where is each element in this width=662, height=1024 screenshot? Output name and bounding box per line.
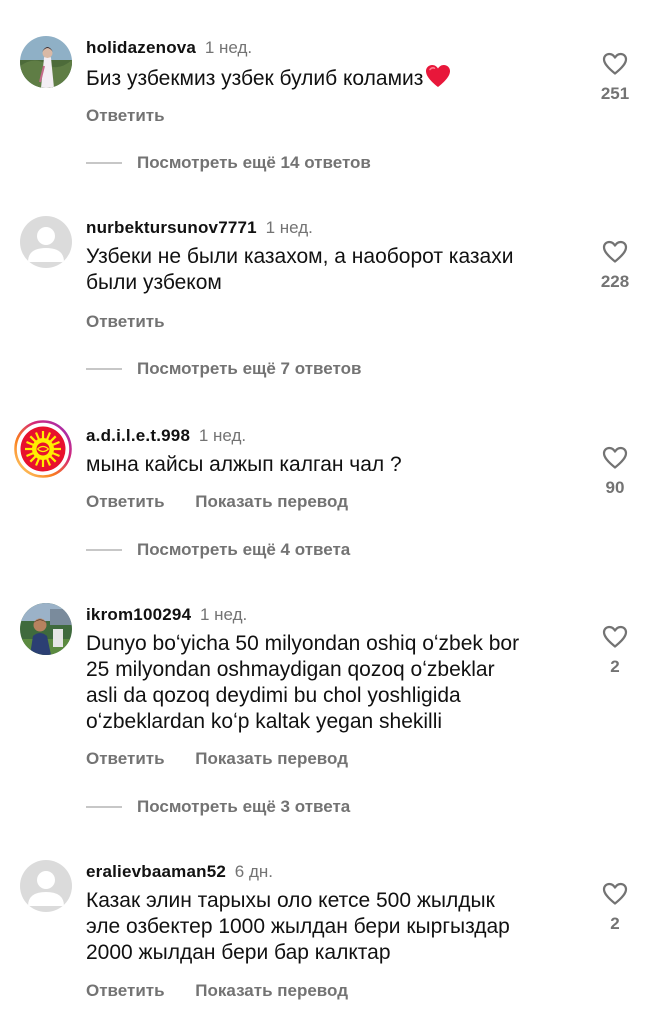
view-more-replies-button[interactable]: Посмотреть ещё 14 ответов xyxy=(86,153,371,173)
comment-actions: Ответить Показать перевод xyxy=(86,749,348,769)
reply-button[interactable]: Ответить xyxy=(86,749,165,768)
comment-line: эле озбектер 1000 жылдан бери кыргыздар xyxy=(86,915,510,938)
like-count: 228 xyxy=(600,272,630,291)
divider-line xyxy=(86,162,122,164)
view-more-replies-button[interactable]: Посмотреть ещё 7 ответов xyxy=(86,359,361,379)
comment-meta: holidazenova 1 нед. xyxy=(86,38,252,58)
username[interactable]: a.d.i.l.e.t.998 xyxy=(86,426,190,445)
like-count: 90 xyxy=(605,478,625,497)
comment-actions: Ответить xyxy=(86,106,165,126)
show-translation-button[interactable]: Показать перевод xyxy=(195,981,348,1000)
comment-actions: Ответить Показать перевод xyxy=(86,492,348,512)
comment-line: Узбеки не были казахом, а наоборот казах… xyxy=(86,245,514,268)
comment-actions: Ответить xyxy=(86,312,165,332)
view-more-replies-label: Посмотреть ещё 4 ответа xyxy=(137,540,351,559)
timestamp: 6 дн. xyxy=(234,862,273,881)
divider-line xyxy=(86,368,122,370)
avatar[interactable] xyxy=(20,216,72,268)
comment-line: oʻzbeklardan koʻp kaltak yegan shekilli xyxy=(86,710,443,733)
show-translation-button[interactable]: Показать перевод xyxy=(195,749,348,768)
comment-text: Биз узбекмиз узбек булиб коламиз xyxy=(86,64,576,92)
like-count: 2 xyxy=(610,914,620,933)
comment-actions: Ответить Показать перевод xyxy=(86,981,348,1001)
username[interactable]: ikrom100294 xyxy=(86,605,191,624)
reply-button[interactable]: Ответить xyxy=(86,981,165,1000)
reply-button[interactable]: Ответить xyxy=(86,492,165,511)
view-more-replies-button[interactable]: Посмотреть ещё 3 ответа xyxy=(86,797,350,817)
username[interactable]: holidazenova xyxy=(86,38,196,57)
comment-text: Казак элин тарыхы оло кетсе 500 жылдык э… xyxy=(86,888,576,966)
heart-outline-icon[interactable] xyxy=(602,52,628,76)
comment-text: мына кайсы алжып калган чал ? xyxy=(86,452,576,478)
timestamp: 1 нед. xyxy=(198,426,247,445)
view-more-replies-label: Посмотреть ещё 7 ответов xyxy=(137,359,362,378)
comment-line: Биз узбекмиз узбек булиб коламиз xyxy=(86,64,576,92)
like-group: 90 xyxy=(590,446,640,498)
like-count: 2 xyxy=(610,657,620,676)
reply-button[interactable]: Ответить xyxy=(86,312,165,331)
avatar[interactable] xyxy=(14,420,72,478)
timestamp: 1 нед. xyxy=(265,218,313,237)
heart-outline-icon[interactable] xyxy=(602,625,628,649)
like-group: 2 xyxy=(590,882,640,934)
comment-line: Казак элин тарыхы оло кетсе 500 жылдык xyxy=(86,889,495,912)
like-group: 251 xyxy=(590,52,640,104)
comment-meta: ikrom100294 1 нед. xyxy=(86,605,247,625)
timestamp: 1 нед. xyxy=(199,605,248,624)
like-count: 251 xyxy=(600,84,630,103)
red-heart-emoji-icon xyxy=(426,65,451,87)
timestamp: 1 нед. xyxy=(204,38,253,57)
comments-list: holidazenova 1 нед. Биз узбекмиз узбек б… xyxy=(0,0,662,1024)
comment-line: 25 milyondan oshmaydigan qozoq oʻzbeklar xyxy=(86,658,495,681)
reply-button[interactable]: Ответить xyxy=(86,106,165,125)
comment-text: Узбеки не были казахом, а наоборот казах… xyxy=(86,244,576,296)
view-more-replies-label: Посмотреть ещё 3 ответа xyxy=(137,797,351,816)
comment-line: были узбеком xyxy=(86,271,222,294)
comment-line: мына кайсы алжып калган чал ? xyxy=(86,453,402,476)
comment-meta: nurbektursunov7771 1 нед. xyxy=(86,218,313,238)
comment-meta: a.d.i.l.e.t.998 1 нед. xyxy=(86,426,246,446)
heart-outline-icon[interactable] xyxy=(602,240,628,264)
view-more-replies-label: Посмотреть ещё 14 ответов xyxy=(137,153,371,172)
comment-line-text: Биз узбекмиз узбек булиб коламиз xyxy=(86,67,424,90)
view-more-replies-button[interactable]: Посмотреть ещё 4 ответа xyxy=(86,540,350,560)
username[interactable]: nurbektursunov7771 xyxy=(86,218,257,237)
like-group: 228 xyxy=(590,240,640,292)
comment-line: Dunyo boʻyicha 50 milyondan oshiq oʻzbek… xyxy=(86,632,520,655)
username[interactable]: eralievbaaman52 xyxy=(86,862,226,881)
default-user-icon xyxy=(20,860,72,912)
comment-line: asli da qozoq deydimi bu chol yoshligida xyxy=(86,684,461,707)
default-user-icon xyxy=(20,216,72,268)
heart-outline-icon[interactable] xyxy=(602,446,628,470)
avatar-photo xyxy=(20,36,72,88)
divider-line xyxy=(86,549,122,551)
comment-text: Dunyo boʻyicha 50 milyondan oshiq oʻzbek… xyxy=(86,631,576,735)
divider-line xyxy=(86,806,122,808)
avatar[interactable] xyxy=(20,36,72,88)
like-group: 2 xyxy=(590,625,640,677)
comment-meta: eralievbaaman52 6 дн. xyxy=(86,862,273,882)
heart-outline-icon[interactable] xyxy=(602,882,628,906)
show-translation-button[interactable]: Показать перевод xyxy=(195,492,348,511)
avatar[interactable] xyxy=(20,860,72,912)
avatar[interactable] xyxy=(20,603,72,655)
kyrgyz-flag-avatar-icon xyxy=(14,420,72,478)
avatar-photo xyxy=(20,603,72,655)
comment-line: 2000 жылдан бери бар калктар xyxy=(86,941,391,964)
